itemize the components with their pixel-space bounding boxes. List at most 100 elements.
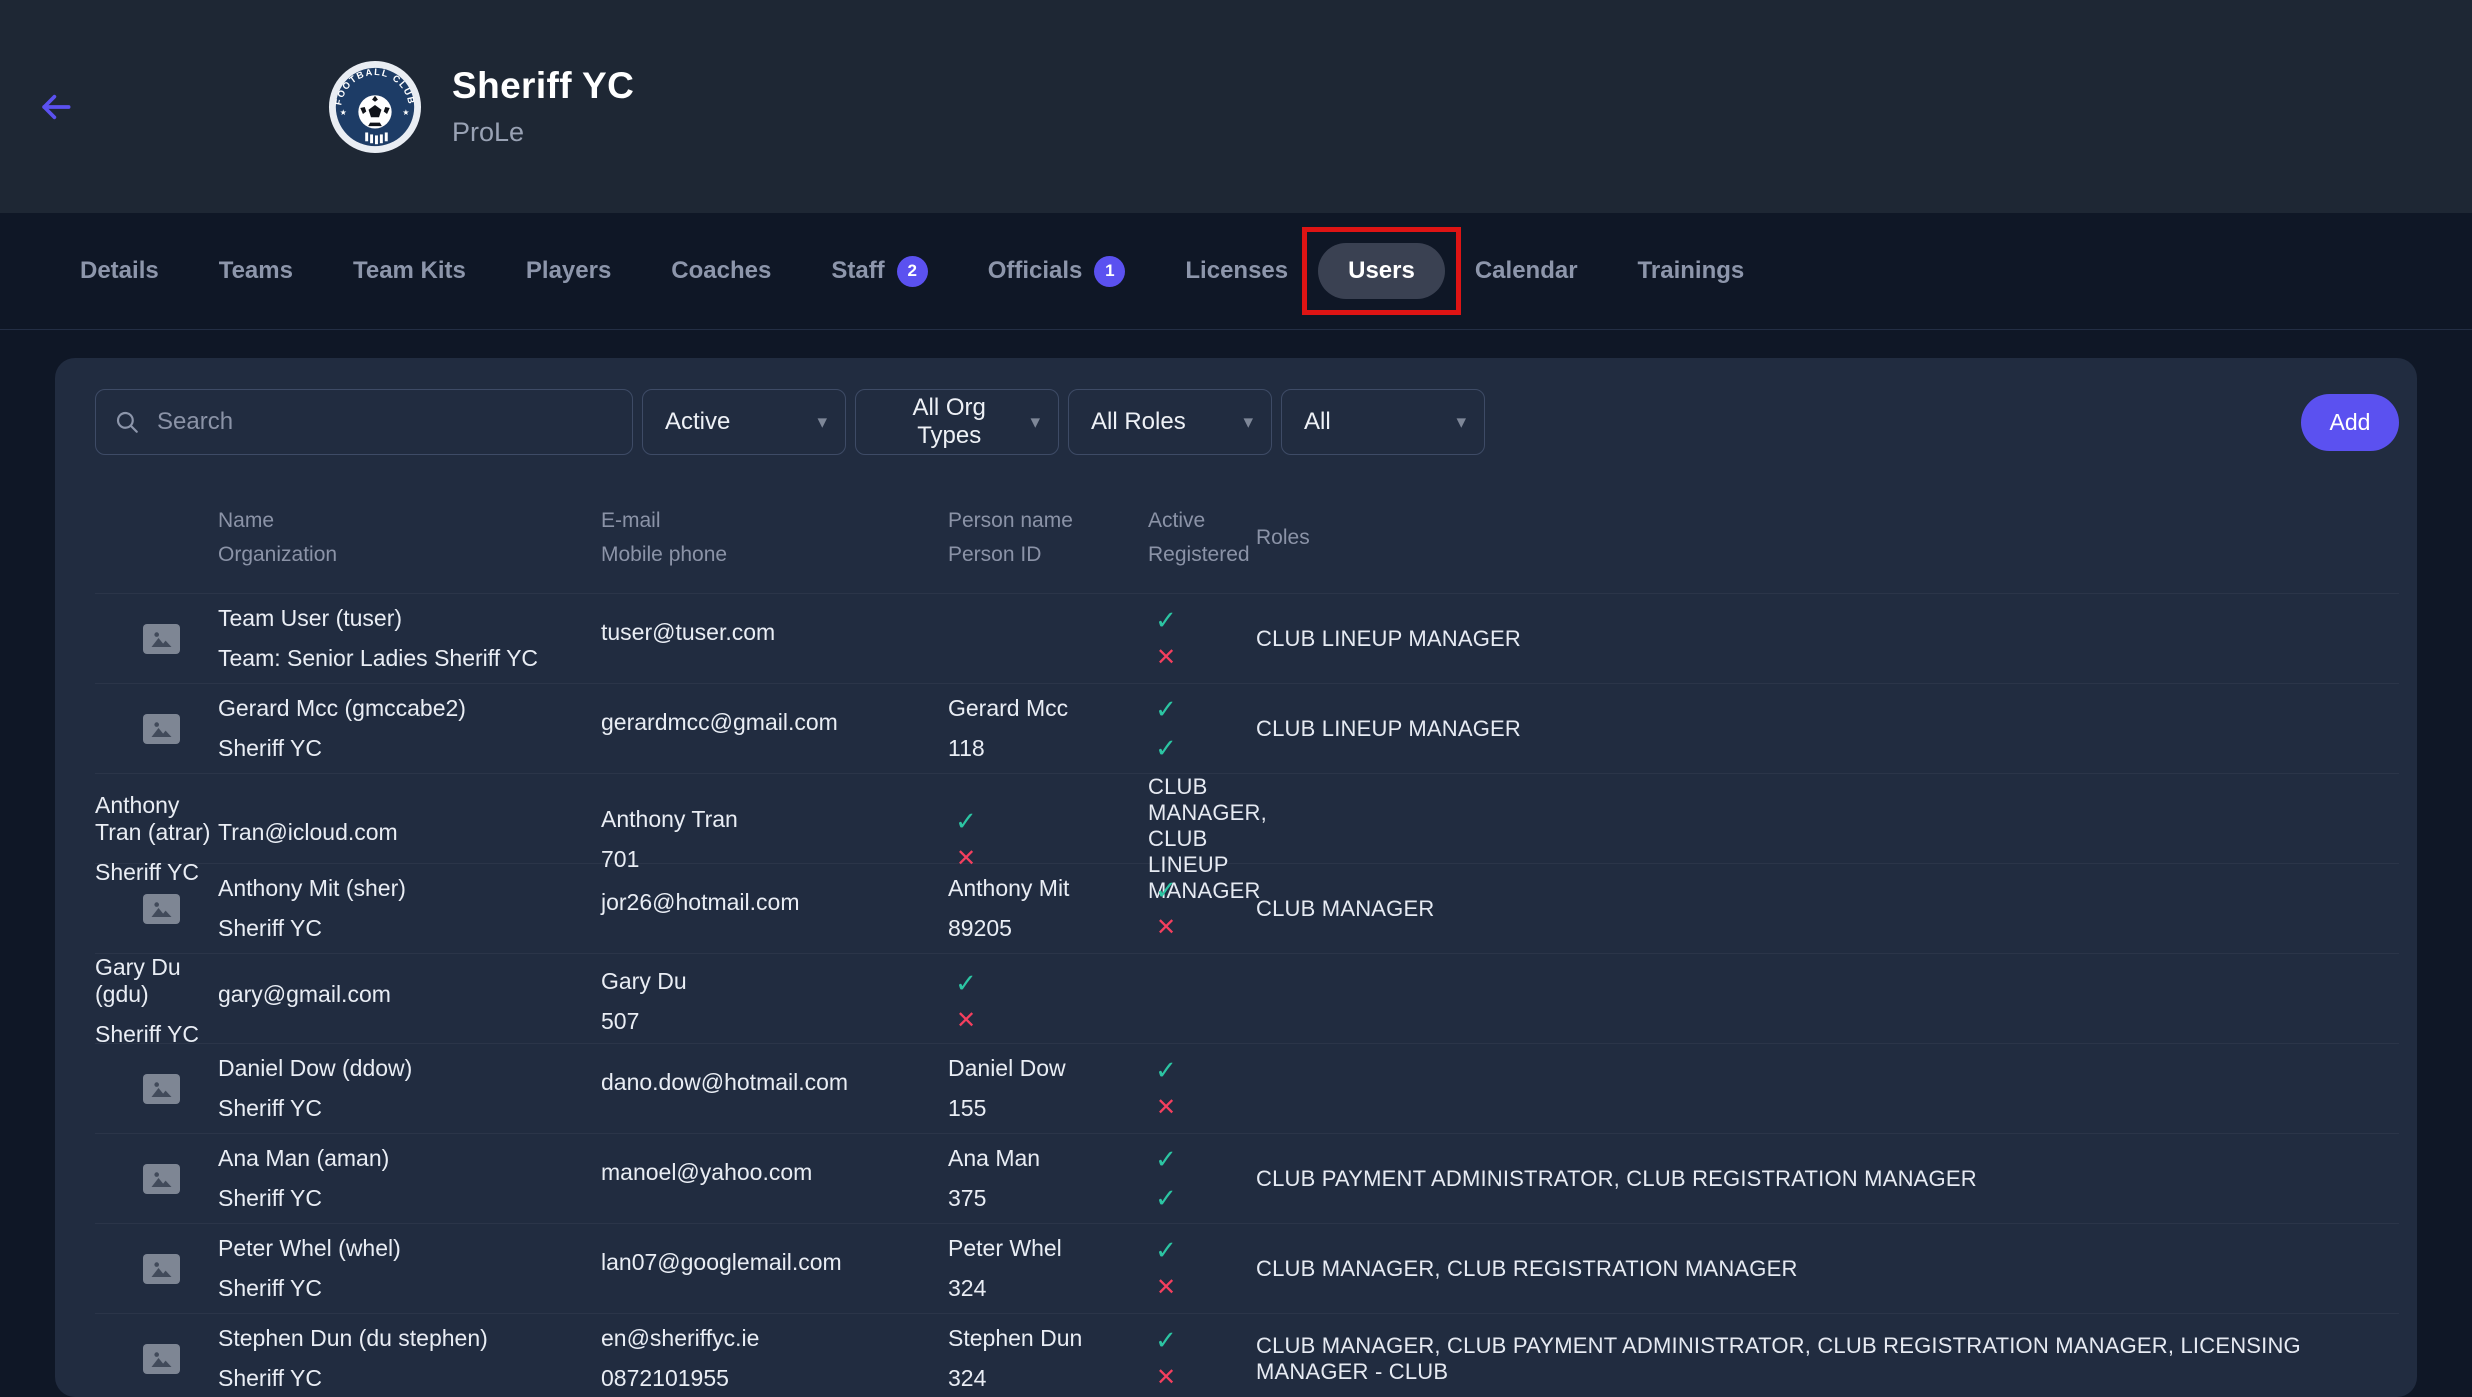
user-email: en@sheriffyc.ie [601,1325,948,1352]
filter-bar: Active ▾ All Org Types ▾ All Roles ▾ All… [95,389,2399,455]
table-header-row: Name Organization E-mail Mobile phone Pe… [95,493,2399,593]
tab-label: Coaches [671,257,771,285]
user-email: gary@gmail.com [218,981,601,1008]
col-header-organization: Organization [218,543,601,567]
person-name: Gary Du [601,968,948,995]
avatar [95,1344,218,1374]
status-filter-select[interactable]: Active ▾ [642,389,846,455]
user-organization: Sheriff YC [218,1185,601,1212]
person-id: 155 [948,1095,1148,1122]
tab-teams[interactable]: Teams [219,257,293,285]
chevron-down-icon: ▾ [817,411,827,434]
org-type-filter-value: All Org Types [878,394,1020,450]
table-row[interactable]: Team User (tuser)Team: Senior Ladies She… [95,593,2399,683]
tab-label: Players [526,257,611,285]
active-status-icon: ✓ [950,970,982,996]
image-placeholder-icon [143,1344,180,1374]
tab-details[interactable]: Details [80,257,159,285]
avatar [95,714,218,744]
image-placeholder-icon [143,894,180,924]
table-row[interactable]: Stephen Dun (du stephen)Sheriff YC en@sh… [95,1313,2399,1397]
active-status-icon: ✓ [1150,1146,1182,1172]
table-row[interactable]: Anthony Tran (atrar)Sheriff YC Tran@iclo… [95,773,2399,863]
user-name: Gerard Mcc (gmccabe2) [218,695,601,722]
registered-status-icon: ✕ [1150,1096,1182,1120]
page-header: FOOTBALL CLUB ★ ★ Sheriff YC ProLe [0,0,2472,213]
tab-trainings[interactable]: Trainings [1638,257,1745,285]
active-status-icon: ✓ [1150,1237,1182,1263]
registered-status-icon: ✕ [1150,646,1182,670]
image-placeholder-icon [143,1164,180,1194]
avatar [95,1074,218,1104]
page-subtitle: ProLe [452,117,634,148]
table-row[interactable]: Anthony Mit (sher)Sheriff YC jor26@hotma… [95,863,2399,953]
registered-status-icon: ✕ [1150,1276,1182,1300]
user-roles: CLUB PAYMENT ADMINISTRATOR, CLUB REGISTR… [1256,1166,2399,1192]
avatar [95,1164,218,1194]
tab-calendar[interactable]: Calendar [1475,257,1578,285]
table-row[interactable]: Peter Whel (whel)Sheriff YC lan07@google… [95,1223,2399,1313]
tab-licenses[interactable]: Licenses [1185,257,1288,285]
table-row[interactable]: Ana Man (aman) Sheriff YC manoel@yahoo.co… [95,1133,2399,1223]
tab-label: Users [1348,257,1415,285]
tab-staff[interactable]: Staff2 [831,256,927,287]
table-row[interactable]: Daniel Dow (ddow) Sheriff YC dano.dow@hot… [95,1043,2399,1133]
col-header-person-id: Person ID [948,543,1148,567]
person-id: 375 [948,1185,1148,1212]
tab-bar: Details Teams Team Kits Players Coaches … [0,213,2472,330]
add-user-button[interactable]: Add [2301,394,2399,451]
person-id: 89205 [948,915,1148,942]
user-organization: Sheriff YC [218,915,601,942]
active-status-icon: ✓ [1150,1327,1182,1353]
user-name: Gary Du (gdu) [95,954,218,1008]
scope-filter-select[interactable]: All ▾ [1281,389,1485,455]
tab-users[interactable]: Users [1318,243,1445,299]
org-type-filter-select[interactable]: All Org Types ▾ [855,389,1059,455]
user-organization: Sheriff YC [218,1275,601,1302]
table-row[interactable]: Gerard Mcc (gmccabe2)Sheriff YC gerardmc… [95,683,2399,773]
user-email: dano.dow@hotmail.com [601,1069,948,1096]
col-header-registered: Registered [1148,543,1256,567]
person-id: 701 [601,846,948,873]
active-status-icon: ✓ [1150,696,1182,722]
user-email: Tran@icloud.com [218,819,601,846]
user-name: Ana Man (aman) [218,1145,601,1172]
user-organization: Sheriff YC [218,1365,601,1392]
search-input[interactable] [155,407,614,437]
user-email: gerardmcc@gmail.com [601,709,948,736]
user-roles: CLUB LINEUP MANAGER [1256,626,2399,652]
tab-team-kits[interactable]: Team Kits [353,257,466,285]
logo-star-left: ★ [340,107,347,116]
tab-label: Trainings [1638,257,1745,285]
tab-officials[interactable]: Officials1 [988,256,1126,287]
col-header-email: E-mail [601,509,948,533]
staff-count-badge: 2 [897,256,928,287]
tab-players[interactable]: Players [526,257,611,285]
user-email: manoel@yahoo.com [601,1159,948,1186]
tab-label: Officials [988,257,1083,285]
user-organization: Team: Senior Ladies Sheriff YC [218,645,601,672]
page-title: Sheriff YC [452,65,634,107]
active-status-icon: ✓ [1150,607,1182,633]
person-name: Gerard Mcc [948,695,1148,722]
back-button[interactable] [34,85,78,129]
user-name: Anthony Mit (sher) [218,875,601,902]
person-name: Stephen Dun [948,1325,1148,1352]
tab-label: Team Kits [353,257,466,285]
club-logo: FOOTBALL CLUB ★ ★ [328,60,422,154]
status-filter-value: Active [665,408,730,436]
roles-filter-select[interactable]: All Roles ▾ [1068,389,1272,455]
users-panel: Active ▾ All Org Types ▾ All Roles ▾ All… [55,358,2417,1397]
user-name: Daniel Dow (ddow) [218,1055,601,1082]
col-header-person-name: Person name [948,509,1148,533]
scope-filter-value: All [1304,408,1331,436]
tab-label: Calendar [1475,257,1578,285]
user-name: Peter Whel (whel) [218,1235,601,1262]
table-row[interactable]: Gary Du (gdu)Sheriff YC gary@gmail.com G… [95,953,2399,1043]
user-mobile: 0872101955 [601,1365,948,1392]
search-icon [114,409,140,435]
person-id: 324 [948,1365,1148,1392]
tab-coaches[interactable]: Coaches [671,257,771,285]
user-organization: Sheriff YC [218,1095,601,1122]
arrow-left-icon [37,88,75,126]
